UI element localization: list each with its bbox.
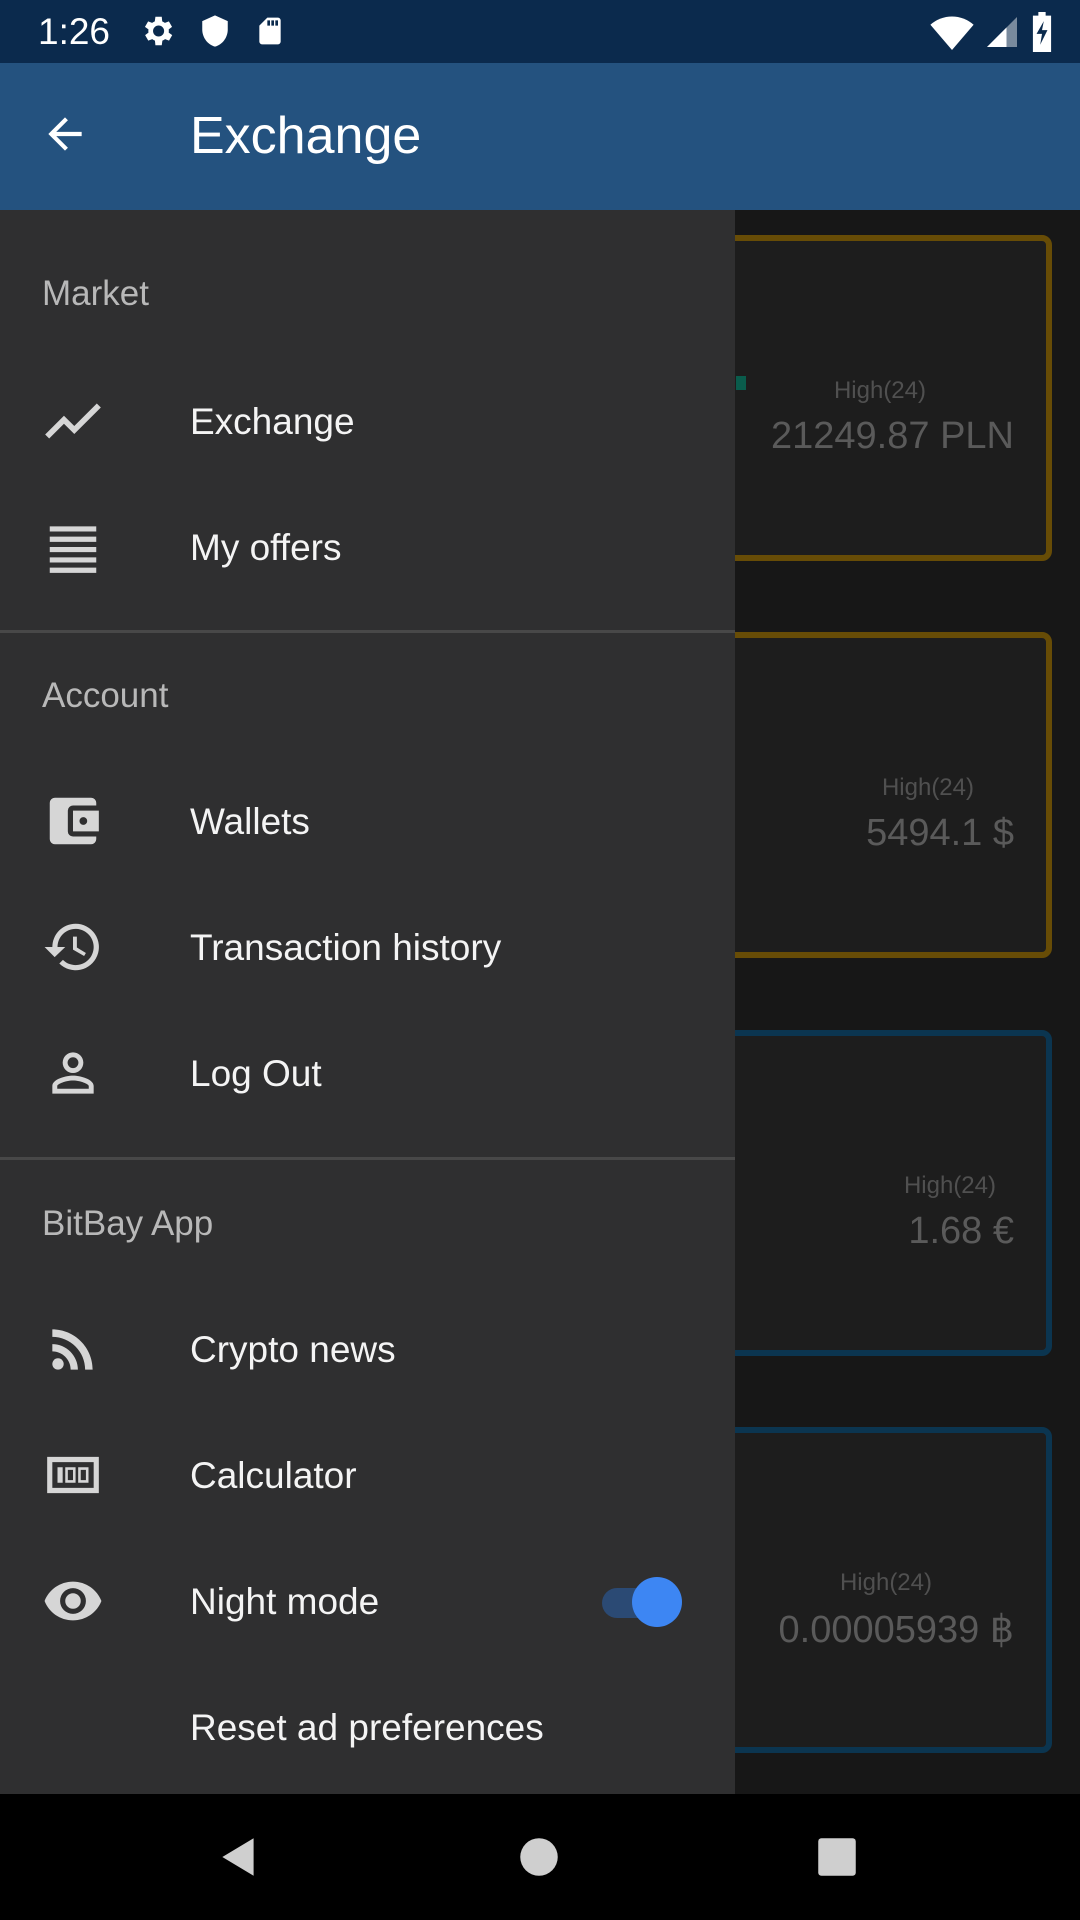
arrow-back-icon <box>48 117 82 151</box>
calculator-icon <box>47 1456 99 1494</box>
section-header-account: Account <box>42 676 169 715</box>
menu-item-log-out[interactable]: Log Out <box>0 1023 735 1123</box>
menu-item-night-mode[interactable]: Night mode <box>0 1551 735 1651</box>
menu-item-label: My offers <box>190 527 342 568</box>
status-time: 1:26 <box>38 11 111 52</box>
menu-item-my-offers[interactable]: My offers <box>0 497 735 597</box>
section-header-app: BitBay App <box>42 1204 214 1243</box>
signal-icon <box>987 17 1017 47</box>
wallet-icon <box>49 797 99 845</box>
navigation-drawer: Market Exchange My offers Account Wallet… <box>0 210 735 1794</box>
shield-icon <box>202 15 228 47</box>
list-icon <box>49 526 97 573</box>
person-icon <box>52 1052 94 1094</box>
menu-item-reset-ad-preferences[interactable]: Reset ad preferences <box>0 1677 735 1777</box>
rss-icon <box>52 1329 93 1370</box>
history-icon <box>44 923 99 971</box>
page-title: Exchange <box>190 107 422 165</box>
wifi-icon <box>930 16 974 50</box>
menu-item-exchange[interactable]: Exchange <box>0 371 735 471</box>
menu-item-label: Night mode <box>190 1581 380 1622</box>
status-bar: 1:26 <box>0 0 1080 63</box>
menu-item-label: Transaction history <box>190 927 502 968</box>
divider <box>0 630 735 633</box>
back-button[interactable] <box>40 109 100 165</box>
gear-icon <box>144 16 173 46</box>
sd-card-icon <box>259 17 281 45</box>
menu-item-label: Wallets <box>190 801 310 842</box>
nav-recents-icon[interactable] <box>812 1832 862 1882</box>
section-header-market: Market <box>42 274 149 313</box>
menu-item-calculator[interactable]: Calculator <box>0 1425 735 1525</box>
menu-item-crypto-news[interactable]: Crypto news <box>0 1299 735 1399</box>
night-mode-toggle[interactable] <box>598 1575 684 1627</box>
menu-item-wallets[interactable]: Wallets <box>0 771 735 871</box>
menu-item-label: Exchange <box>190 401 355 442</box>
toggle-thumb <box>632 1577 682 1627</box>
menu-item-label: Calculator <box>190 1455 357 1496</box>
nav-home-icon[interactable] <box>514 1832 564 1882</box>
menu-item-label: Crypto news <box>190 1329 396 1370</box>
trending-up-icon <box>45 403 101 439</box>
menu-item-label: Reset ad preferences <box>190 1707 544 1748</box>
eye-icon <box>44 1581 102 1621</box>
app-bar: Exchange <box>0 63 1080 210</box>
system-nav-bar <box>0 1794 1080 1920</box>
divider <box>0 1157 735 1160</box>
menu-item-transaction-history[interactable]: Transaction history <box>0 897 735 997</box>
status-icons-left <box>138 12 286 50</box>
battery-icon <box>1032 12 1052 52</box>
nav-back-icon[interactable] <box>214 1832 264 1882</box>
status-icons-right <box>930 12 1054 52</box>
menu-item-label: Log Out <box>190 1053 322 1094</box>
